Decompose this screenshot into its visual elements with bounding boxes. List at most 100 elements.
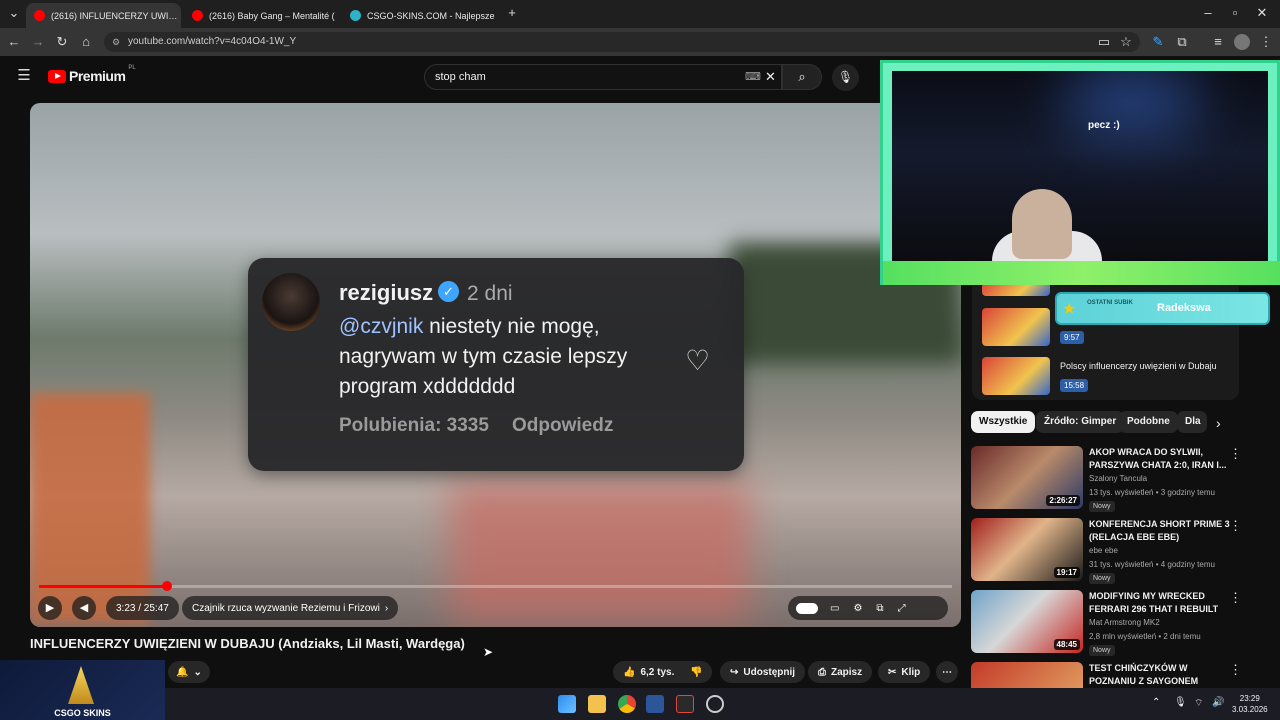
clip-button[interactable]: ✂ Klip xyxy=(878,661,931,683)
video-thumbnail[interactable]: 48:45 xyxy=(971,590,1083,653)
bell-icon: 🔔 xyxy=(176,666,189,678)
cast-icon[interactable]: ▭ xyxy=(1096,34,1112,50)
profile-avatar[interactable] xyxy=(1234,34,1250,50)
network-icon[interactable]: ⌔ xyxy=(1194,697,1203,710)
share-button[interactable]: ↪ Udostępnij xyxy=(720,661,806,683)
recommendation-item[interactable]: 48:45 MODIFYING MY WRECKED FERRARI 296 T… xyxy=(971,590,1271,656)
miniplayer-icon[interactable]: ⧉ xyxy=(876,603,883,614)
share-icon: ↪ xyxy=(730,666,739,678)
tab-title: (2616) INFLUENCERZY UWI… xyxy=(51,10,178,21)
tab-influencerzy[interactable]: (2616) INFLUENCERZY UWI… 🔊 ✕ xyxy=(26,3,181,28)
like-button[interactable]: 👍 6,2 tys. xyxy=(613,661,685,683)
new-badge: Nowy xyxy=(1089,501,1115,512)
save-button[interactable]: ⎙ Zapisz xyxy=(808,661,873,683)
more-options-icon[interactable]: ⋮ xyxy=(1229,590,1242,606)
video-meta: 2,8 mln wyświetleń • 2 dni temu xyxy=(1089,632,1201,641)
menu-dots-icon[interactable]: ⋮ xyxy=(1258,34,1274,50)
settings-gear-icon[interactable]: ⚙ xyxy=(853,603,862,614)
comment-time: 2 dni xyxy=(467,282,513,305)
forward-icon[interactable]: → xyxy=(30,34,46,50)
video-title[interactable]: TEST CHIŃCZYKÓW W POZNANIU Z SAYGONEM xyxy=(1089,662,1234,688)
video-title[interactable]: AKOP WRACA DO SYLWII, PARSZYWA CHATA 2:0… xyxy=(1089,446,1234,472)
more-options-icon[interactable]: ⋮ xyxy=(1229,662,1242,678)
mute-button[interactable]: ◀ xyxy=(72,596,96,620)
youtube-favicon-icon xyxy=(192,10,203,21)
streamer-webcam-overlay: pecz :) xyxy=(880,60,1280,285)
playlist-thumbnail[interactable] xyxy=(982,308,1050,346)
extension-translate-icon[interactable]: ✎ xyxy=(1150,34,1166,50)
capcut-icon[interactable] xyxy=(676,695,694,713)
maximize-icon[interactable]: ▫ xyxy=(1227,5,1243,21)
chip-similar[interactable]: Podobne xyxy=(1119,411,1178,433)
obs-icon[interactable] xyxy=(706,695,724,713)
chip-all[interactable]: Wszystkie xyxy=(971,411,1036,433)
video-thumbnail[interactable]: 19:17 xyxy=(971,518,1083,581)
channel-name[interactable]: Szalony Tancula xyxy=(1089,474,1147,483)
video-thumbnail[interactable]: 2:26:27 xyxy=(971,446,1083,509)
word-icon[interactable] xyxy=(646,695,664,713)
progress-bar[interactable] xyxy=(39,581,952,591)
search-icon: ⌕ xyxy=(798,69,806,84)
home-icon[interactable]: ⌂ xyxy=(78,34,94,50)
extensions-icon[interactable]: ⧉ xyxy=(1174,34,1190,50)
hamburger-menu-icon[interactable]: ☰ xyxy=(16,68,32,84)
voice-search-button[interactable]: 🎙 xyxy=(832,64,859,91)
tab-list-icon[interactable]: ⌄ xyxy=(6,5,22,21)
clear-search-icon[interactable]: ✕ xyxy=(765,65,776,89)
progress-scrubber[interactable] xyxy=(161,581,172,591)
volume-tray-icon[interactable]: 🔊 xyxy=(1212,697,1224,708)
file-explorer-icon[interactable] xyxy=(588,695,606,713)
channel-name[interactable]: Mat Armstrong MK2 xyxy=(1089,618,1160,627)
new-tab-icon[interactable]: + xyxy=(504,5,520,21)
subscribe-bell-button[interactable]: 🔔 ⌄ xyxy=(168,661,210,683)
url-field[interactable]: ⚙ youtube.com/watch?v=4c04O4-1W_Y xyxy=(104,32,1140,52)
autoplay-toggle[interactable] xyxy=(796,602,818,614)
youtube-premium-logo[interactable]: Premium PL xyxy=(48,65,136,84)
new-badge: Nowy xyxy=(1089,645,1115,656)
reload-icon[interactable]: ↻ xyxy=(54,34,70,50)
windows-start-icon[interactable] xyxy=(558,695,576,713)
recommendation-item[interactable]: 2:26:27 AKOP WRACA DO SYLWII, PARSZYWA C… xyxy=(971,446,1271,512)
comment-mention: @czvjnik xyxy=(339,315,424,338)
keyboard-icon[interactable]: ⌨ xyxy=(745,65,761,89)
close-window-icon[interactable]: ✕ xyxy=(1254,5,1270,21)
system-clock[interactable]: 23:29 3.03.2026 xyxy=(1232,693,1268,715)
chip-source[interactable]: Źródło: Gimper xyxy=(1036,411,1125,433)
search-button[interactable]: ⌕ xyxy=(782,64,822,90)
back-icon[interactable]: ← xyxy=(6,34,22,50)
video-background xyxy=(30,393,150,623)
more-options-icon[interactable]: ⋮ xyxy=(1229,518,1242,534)
chip-for-you[interactable]: Dla xyxy=(1177,411,1207,433)
media-control-icon[interactable]: ≡ xyxy=(1210,34,1226,50)
play-button[interactable]: ▶ xyxy=(38,596,62,620)
chevron-right-icon[interactable]: › xyxy=(1216,415,1221,431)
site-info-icon[interactable]: ⚙ xyxy=(112,32,120,52)
save-icon: ⎙ xyxy=(818,666,826,678)
video-title[interactable]: KONFERENCJA SHORT PRIME 3 (RELACJA EBE E… xyxy=(1089,518,1234,544)
thumbs-down-icon: 👎 xyxy=(690,666,703,678)
fullscreen-icon[interactable]: ⤢ xyxy=(898,603,906,614)
subtitles-icon[interactable]: ▭ xyxy=(830,603,839,614)
chrome-icon[interactable] xyxy=(618,695,636,713)
recommendation-item[interactable]: TEST CHIŃCZYKÓW W POZNANIU Z SAYGONEM ⋮ xyxy=(971,662,1271,688)
more-options-icon[interactable]: ⋮ xyxy=(1229,446,1242,462)
video-player[interactable]: rezigiusz ✓ 2 dni @czvjnik niestety nie … xyxy=(30,103,961,627)
chapter-button[interactable]: Czajnik rzuca wyzwanie Reziemu i Frizowi… xyxy=(182,596,399,620)
commenter-avatar xyxy=(262,273,320,331)
bookmark-star-icon[interactable]: ☆ xyxy=(1118,34,1134,50)
tab-baby-gang[interactable]: (2616) Baby Gang – Mentalité ( ✕ xyxy=(184,3,339,28)
csgo-skins-overlay: CSGO SKINS xyxy=(0,660,165,720)
minimize-icon[interactable]: – xyxy=(1200,5,1216,21)
playlist-thumbnail[interactable] xyxy=(982,357,1050,395)
dislike-button[interactable]: 👎 xyxy=(680,661,713,683)
video-title[interactable]: MODIFYING MY WRECKED FERRARI 296 THAT I … xyxy=(1089,590,1234,616)
tray-chevron-icon[interactable]: ⌃ xyxy=(1152,697,1160,708)
tab-csgo-skins[interactable]: CSGO-SKINS.COM - Najlepsze ✕ xyxy=(342,3,497,28)
recommendation-item[interactable]: 19:17 KONFERENCJA SHORT PRIME 3 (RELACJA… xyxy=(971,518,1271,584)
playlist-item-title[interactable]: Polscy influencerzy uwięzieni w Dubaju xyxy=(1060,361,1217,371)
search-input[interactable]: stop cham ⌨ ✕ xyxy=(424,64,782,90)
channel-name[interactable]: ebe ebe xyxy=(1089,546,1118,555)
video-thumbnail[interactable] xyxy=(971,662,1083,688)
tray-mic-icon[interactable]: 🎙 xyxy=(1174,697,1187,708)
more-actions-button[interactable]: ⋯ xyxy=(936,661,958,683)
